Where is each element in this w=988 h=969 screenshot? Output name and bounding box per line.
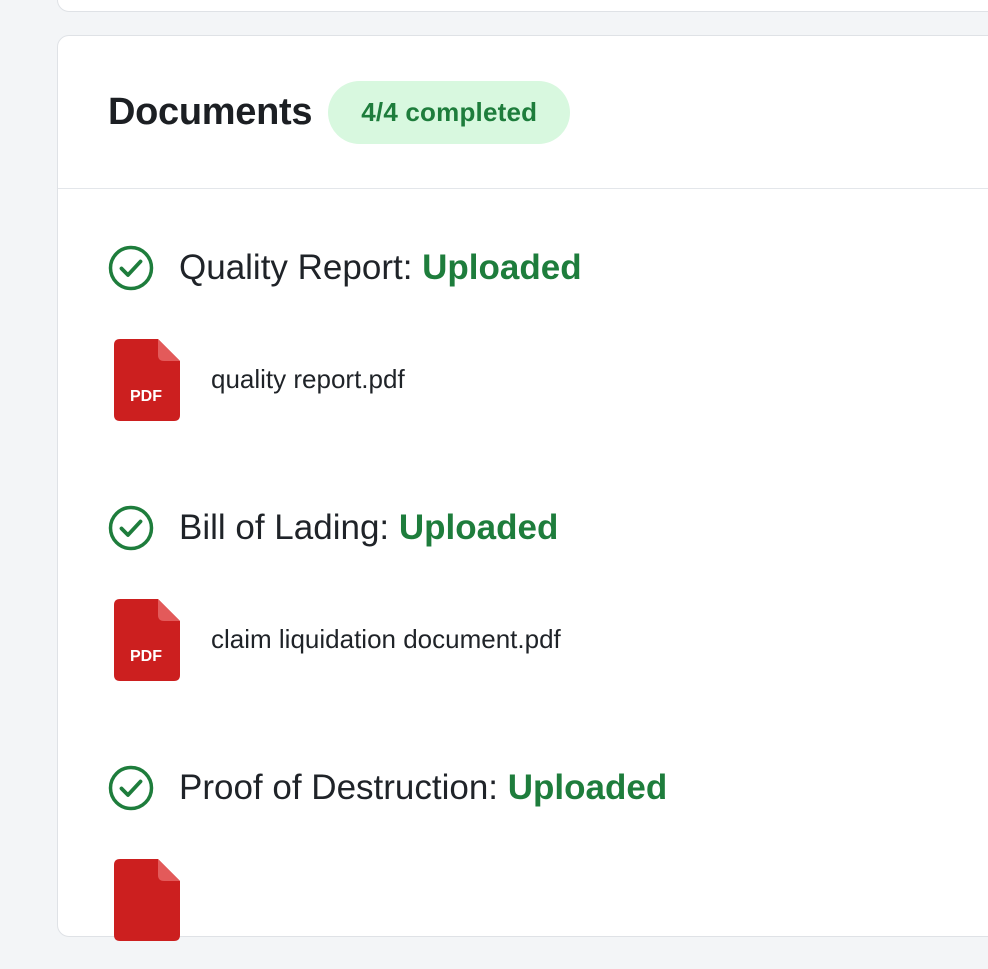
documents-card: Documents 4/4 completed Quality Report: …	[57, 35, 988, 941]
check-circle-icon	[108, 245, 154, 291]
file-item[interactable]	[114, 859, 211, 941]
group-heading: Bill of Lading: Uploaded	[108, 505, 558, 551]
document-group-proof-of-destruction: Proof of Destruction: Uploaded	[108, 709, 988, 969]
document-type-label: Quality Report: Uploaded	[179, 248, 582, 288]
documents-header: Documents 4/4 completed	[58, 36, 988, 189]
previous-card	[57, 0, 988, 12]
pdf-icon-label: PDF	[130, 648, 162, 665]
pdf-file-icon: PDF	[114, 599, 180, 681]
document-group-quality-report: Quality Report: Uploaded PDF quality rep…	[108, 189, 988, 449]
pdf-file-icon: PDF	[114, 339, 180, 421]
documents-title: Documents	[108, 90, 313, 133]
upload-status: Uploaded	[422, 248, 582, 287]
upload-status: Uploaded	[398, 508, 559, 547]
file-name[interactable]: claim liquidation document.pdf	[211, 624, 561, 655]
pdf-file-icon	[114, 859, 180, 941]
check-circle-icon	[108, 765, 154, 811]
documents-list: Quality Report: Uploaded PDF quality rep…	[58, 189, 988, 969]
pdf-icon-label: PDF	[130, 388, 162, 405]
upload-status: Uploaded	[507, 768, 668, 807]
group-heading: Proof of Destruction: Uploaded	[108, 765, 667, 811]
document-type-name: Quality Report:	[179, 248, 423, 287]
file-name[interactable]: quality report.pdf	[211, 364, 405, 395]
file-item[interactable]: PDF claim liquidation document.pdf	[114, 599, 561, 681]
file-item[interactable]: PDF quality report.pdf	[114, 339, 405, 421]
completion-badge: 4/4 completed	[328, 80, 571, 144]
document-type-label: Bill of Lading: Uploaded	[179, 508, 558, 548]
document-type-name: Bill of Lading:	[179, 508, 399, 547]
group-heading: Quality Report: Uploaded	[108, 245, 582, 291]
document-type-name: Proof of Destruction:	[179, 768, 508, 807]
document-group-bill-of-lading: Bill of Lading: Uploaded PDF claim liqui…	[108, 449, 988, 709]
document-type-label: Proof of Destruction: Uploaded	[179, 768, 667, 808]
check-circle-icon	[108, 505, 154, 551]
